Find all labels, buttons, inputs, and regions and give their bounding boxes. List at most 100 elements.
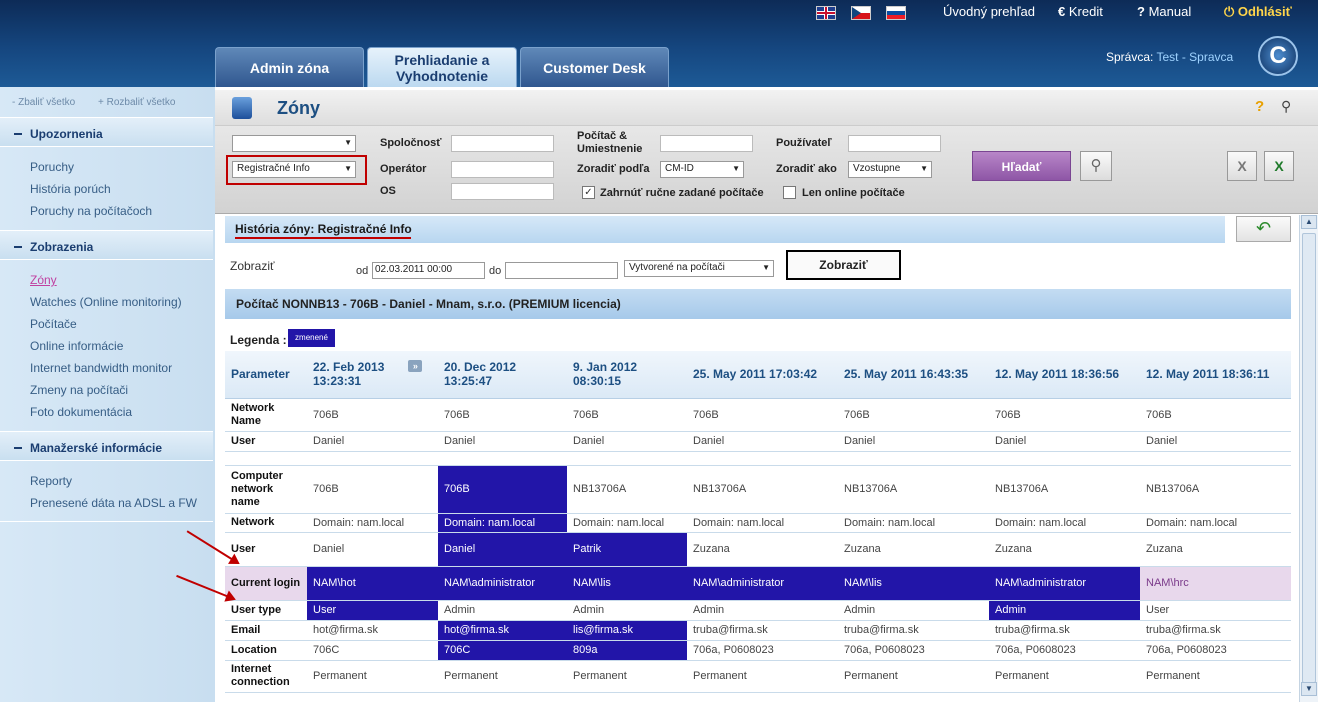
value-cell: 706a, P0608023 [687, 640, 838, 661]
section-manazerske[interactable]: Manažerské informácie [0, 431, 213, 461]
search-icon[interactable]: ⚲ [1281, 98, 1291, 115]
collapse-all-link[interactable]: - Zbaliť všetko [12, 97, 75, 108]
sort-by-select[interactable]: CM-ID [660, 161, 744, 178]
sidebar-item-online-info[interactable]: Online informácie [30, 339, 123, 353]
changed-cell: Patrik [567, 532, 687, 567]
scroll-up-icon[interactable]: ▲ [1301, 215, 1317, 229]
home-link[interactable]: Úvodný prehľad [943, 4, 1035, 20]
table-row: Current login NAM\hot NAM\administrator … [225, 566, 1291, 601]
column-header: 25. May 2011 16:43:35 [838, 351, 989, 399]
top-header: Úvodný prehľad € Kredit ? Manual ⏻ Odhlá… [0, 0, 1318, 87]
flag-uk-icon[interactable] [816, 6, 836, 20]
user-label: Používateľ [776, 137, 832, 149]
highlight-box [226, 155, 367, 185]
changed-cell: NAM\lis [567, 566, 687, 601]
os-input[interactable] [451, 183, 554, 200]
filter-panel: Registračné Info Spoločnosť Operátor OS … [215, 126, 1318, 214]
excel-disabled-icon[interactable]: X [1227, 151, 1257, 181]
value-cell: 706B [567, 398, 687, 432]
logout-link[interactable]: ⏻ Odhlásiť [1224, 4, 1292, 20]
euro-icon: € [1058, 4, 1066, 19]
table-row: Network Name 706B 706B 706B 706B 706B 70… [225, 398, 1291, 432]
section-upozornenia[interactable]: Upozornenia [0, 117, 213, 147]
sidebar-item-bandwidth[interactable]: Internet bandwidth monitor [30, 361, 172, 375]
param-cell: User [225, 431, 307, 452]
value-cell: NB13706A [838, 465, 989, 514]
tab-review[interactable]: Prehliadanie a Vyhodnotenie [367, 47, 517, 87]
tab-admin-zone[interactable]: Admin zóna [215, 47, 364, 87]
brand-logo: C [1258, 36, 1298, 76]
question-icon: ? [1137, 4, 1145, 19]
value-cell: 706B [438, 398, 567, 432]
vertical-scrollbar[interactable]: ▲ ▼ [1299, 215, 1318, 702]
zone-select[interactable] [232, 135, 356, 152]
sidebar-item-zony[interactable]: Zóny [30, 273, 57, 287]
sidebar-item-adsl[interactable]: Prenesené dáta na ADSL a FW [30, 496, 197, 510]
value-cell: NB13706A [567, 465, 687, 514]
value-cell: Domain: nam.local [687, 513, 838, 533]
expand-all-link[interactable]: + Rozbaliť všetko [98, 97, 175, 108]
value-cell: Daniel [307, 532, 438, 567]
scroll-down-icon[interactable]: ▼ [1301, 682, 1317, 696]
section-zobrazenia[interactable]: Zobrazenia [0, 230, 213, 260]
sidebar-item-watches[interactable]: Watches (Online monitoring) [30, 295, 182, 309]
manual-link[interactable]: ? Manual [1137, 4, 1191, 20]
value-cell: NAM\hrc [1140, 566, 1291, 601]
flag-cz-icon[interactable] [851, 6, 871, 20]
main-panel: Zóny ? ⚲ Registračné Info Spoločnosť Ope… [215, 87, 1318, 702]
value-cell: Permanent [989, 660, 1140, 693]
value-cell: NB13706A [1140, 465, 1291, 514]
show-button[interactable]: Zobraziť [786, 250, 901, 280]
column-header: 12. May 2011 18:36:11 [1140, 351, 1291, 399]
help-icon[interactable]: ? [1255, 98, 1264, 115]
changed-cell: NAM\lis [838, 566, 989, 601]
value-cell: 706B [989, 398, 1140, 432]
changed-cell: NAM\administrator [989, 566, 1140, 601]
power-icon: ⏻ [1224, 4, 1235, 19]
search-button[interactable]: Hľadať [972, 151, 1071, 181]
column-header: 22. Feb 2013» 13:23:31 [307, 351, 438, 399]
sidebar-item-poruchy[interactable]: Poruchy [30, 160, 74, 174]
user-input[interactable] [848, 135, 941, 152]
value-cell: User [1140, 600, 1291, 621]
legend-label: Legenda : [230, 333, 287, 347]
sidebar-item-historia-poruch[interactable]: História porúch [30, 182, 111, 196]
sidebar-item-pocitace[interactable]: Počítače [30, 317, 77, 331]
sort-as-select[interactable]: Vzostupne [848, 161, 932, 178]
next-columns-icon[interactable]: » [408, 360, 423, 373]
spacer-row [225, 451, 1291, 466]
value-cell: Domain: nam.local [989, 513, 1140, 533]
param-cell: Email [225, 620, 307, 641]
from-date-input[interactable]: 02.03.2011 00:00 [372, 262, 485, 279]
flag-sk-icon[interactable] [886, 6, 906, 20]
computer-input[interactable] [660, 135, 753, 152]
back-arrow-icon[interactable]: ↶ [1236, 216, 1291, 242]
excel-export-icon[interactable]: X [1264, 151, 1294, 181]
table-header-row: Parameter 22. Feb 2013» 13:23:31 20. Dec … [225, 351, 1291, 399]
param-cell: Internet connection [225, 660, 307, 693]
sidebar-item-reporty[interactable]: Reporty [30, 474, 72, 488]
operator-input[interactable] [451, 161, 554, 178]
value-cell: 706B [687, 398, 838, 432]
created-select[interactable]: Vytvorené na počítači [624, 260, 774, 277]
include-manual-checkbox[interactable]: ✓ [582, 186, 595, 199]
sidebar-item-foto[interactable]: Foto dokumentácia [30, 405, 132, 419]
advanced-search-icon[interactable]: ⚲ [1080, 151, 1112, 181]
column-header: 20. Dec 2012 13:25:47 [438, 351, 567, 399]
online-only-checkbox[interactable] [783, 186, 796, 199]
page-titlebar: Zóny ? ⚲ [215, 90, 1318, 126]
sidebar-item-zmeny[interactable]: Zmeny na počítači [30, 383, 128, 397]
value-cell: truba@firma.sk [838, 620, 989, 641]
to-date-input[interactable] [505, 262, 618, 279]
value-cell: Domain: nam.local [307, 513, 438, 533]
value-cell: Admin [438, 600, 567, 621]
value-cell: Daniel [989, 431, 1140, 452]
value-cell: Daniel [307, 431, 438, 452]
table-row: Internet connection Permanent Permanent … [225, 660, 1291, 693]
sidebar-item-poruchy-pc[interactable]: Poruchy na počítačoch [30, 204, 152, 218]
value-cell: Zuzana [838, 532, 989, 567]
kredit-link[interactable]: € Kredit [1058, 4, 1103, 20]
tab-customer-desk[interactable]: Customer Desk [520, 47, 669, 87]
company-input[interactable] [451, 135, 554, 152]
scroll-thumb[interactable] [1302, 233, 1316, 683]
